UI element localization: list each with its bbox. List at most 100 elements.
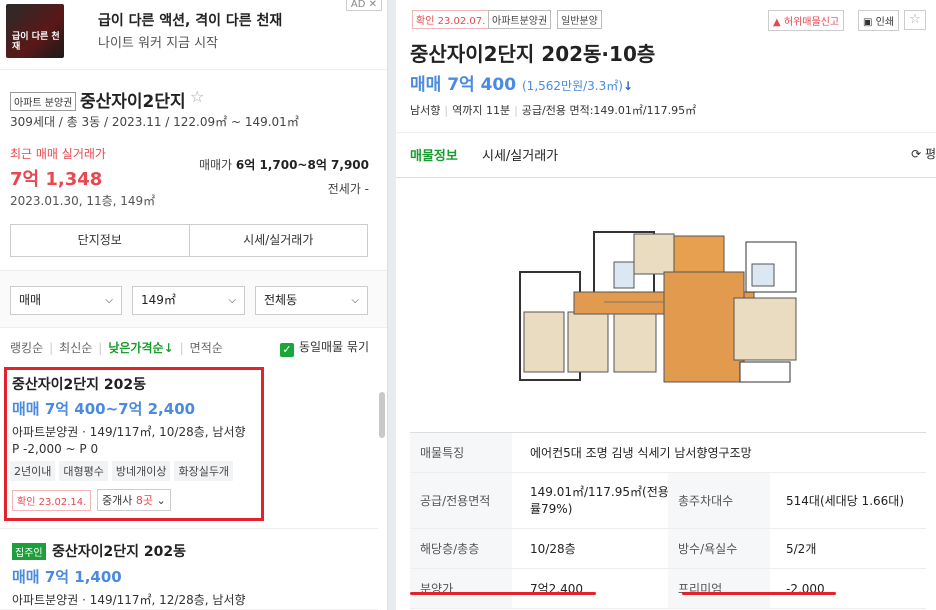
detail-sale-tag: 일반분양 [557, 10, 602, 29]
checkbox-checked-icon[interactable]: ✓ [279, 343, 294, 357]
detail-panel: 확인 23.02.07. 아파트분양권 일반분양 ▲ 허위매물신고 ▣ 인쇄 ☆… [396, 0, 936, 610]
highlight-underline [682, 592, 836, 595]
tag: 대형평수 [59, 461, 108, 481]
listing-title[interactable]: 중산자이2단지 202동 [12, 374, 146, 394]
listing-item[interactable]: 중산자이2단지 202동 매매 7억 400~7억 2,400 아파트분양권 ·… [0, 364, 378, 529]
print-button[interactable]: ▣ 인쇄 [858, 10, 900, 31]
detail-price: 매매 7억 400 (1,562만원/3.3㎡)↓ [410, 70, 633, 95]
ad-close-badge[interactable]: AD ✕ [345, 0, 382, 11]
detail-title: 중산자이2단지 202동·10층 [410, 42, 656, 66]
print-label: 인쇄 [875, 17, 895, 28]
premium-label: 프리미엄 [668, 569, 770, 608]
favorite-star-icon[interactable]: ☆ [190, 87, 204, 106]
scrollbar-thumb[interactable] [379, 392, 385, 438]
listing-meta: 아파트분양권 · 149/117㎡, 12/28층, 남서향 [12, 593, 246, 607]
owner-badge: 집주인 [12, 543, 46, 560]
chevron-down-icon: ⌵ [351, 295, 359, 306]
listing-price: 매매 7억 1,400 [12, 568, 122, 586]
tab-listing-info[interactable]: 매물정보 [410, 145, 458, 164]
jeonse-price: 전세가 - [327, 182, 369, 196]
agents-count: 8곳 [135, 494, 153, 507]
presale-label: 분양가 [410, 569, 512, 608]
ad-title[interactable]: 급이 다른 액션, 격이 다른 천재 [98, 10, 282, 30]
direction: 남서향 [410, 104, 441, 117]
listing-tags: 2년이내 대형평수 방네개이상 화장실두개 [10, 461, 234, 481]
group-same-label: 동일매물 묶기 [298, 340, 369, 354]
detail-tabs: 매물정보 시세/실거래가 ⟳ 평 [396, 132, 936, 178]
print-icon: ▣ [863, 17, 873, 28]
agents-dropdown[interactable]: 중개사 8곳 ⌄ [97, 489, 171, 511]
report-false-listing-button[interactable]: ▲ 허위매물신고 [768, 10, 845, 31]
trade-type-value: 매매 [19, 293, 42, 307]
highlight-underline [410, 592, 596, 595]
chevron-down-icon: ⌵ [228, 295, 236, 306]
row-floor: 해당층/총층 10/28층 방수/욕실수 5/2개 [410, 529, 926, 569]
row-area: 공급/전용면적 149.01㎡/117.95㎡(전용률79%) 총주차대수 51… [410, 473, 926, 529]
area-select[interactable]: 149㎡ ⌵ [132, 286, 245, 315]
detail-unit-price: (1,562만원/3.3㎡) [522, 79, 623, 93]
price-history-button[interactable]: 시세/실거래가 [188, 225, 368, 256]
area-value: 149.01㎡/117.95㎡(전용률79%) [530, 484, 669, 516]
agents-label: 중개사 [102, 494, 133, 507]
ad-subtitle[interactable]: 나이트 워커 지금 시작 [98, 32, 218, 51]
recent-trade-date: 2023.01.30, 11층, 149㎡ [10, 194, 156, 208]
premium-value: -2,000 [786, 581, 825, 596]
sort-area[interactable]: 면적순 [190, 341, 223, 355]
complex-meta: 309세대 / 총 3동 / 2023.11 / 122.09㎡ ~ 149.0… [10, 115, 299, 129]
siren-icon: ▲ [773, 17, 781, 28]
chevron-down-icon: ⌄ [156, 494, 166, 507]
sort-ranking[interactable]: 랭킹순 [10, 341, 43, 355]
listing-price: 매매 7억 400~7억 2,400 [12, 400, 196, 418]
trade-type-select[interactable]: 매매 ⌵ [10, 286, 122, 315]
parking-label: 총주차대수 [668, 473, 770, 528]
detail-price-value: 매매 7억 400 [410, 75, 517, 95]
floor-plan-image[interactable] [514, 222, 814, 392]
report-label: 허위매물신고 [783, 17, 840, 28]
ad-thumb-text: 급이 다른 천재 [12, 32, 60, 52]
listing-title[interactable]: 중산자이2단지 202동 [52, 541, 186, 561]
complex-buttons: 단지정보 시세/실거래가 [10, 224, 368, 257]
listing-item[interactable]: 집주인 중산자이2단지 202동 매매 7억 1,400 아파트분양권 · 14… [0, 530, 378, 610]
tag: 화장실두개 [174, 461, 234, 481]
feature-label: 매물특징 [410, 433, 512, 472]
ad-banner[interactable]: 급이 다른 천재 급이 다른 액션, 격이 다른 천재 나이트 워커 지금 시작… [0, 0, 387, 70]
listing-premium: P -2,000 ~ P 0 [12, 442, 99, 456]
detail-confirm-badge: 확인 23.02.07. [412, 10, 490, 29]
dong-select[interactable]: 전체동 ⌵ [255, 286, 368, 315]
recent-trade-label: 최근 매매 실거래가 [10, 147, 106, 161]
listing-detail-table: 매물특징 에어컨5대 조명 김냉 식세기 남서향영구조망 공급/전용면적 149… [410, 432, 926, 609]
favorite-star-icon[interactable]: ☆ [904, 10, 926, 30]
tag: 방네개이상 [111, 461, 171, 481]
detail-type-tag: 아파트분양권 [488, 10, 552, 29]
complex-info-button[interactable]: 단지정보 [11, 225, 189, 256]
listing-panel: 급이 다른 천재 급이 다른 액션, 격이 다른 천재 나이트 워커 지금 시작… [0, 0, 388, 610]
recent-trade-price: 7억 1,348 [10, 169, 103, 190]
row-feature: 매물특징 에어컨5대 조명 김냉 식세기 남서향영구조망 [410, 433, 926, 473]
panel-divider [388, 0, 396, 610]
group-same-listings-toggle[interactable]: ✓ 동일매물 묶기 [279, 338, 369, 357]
station-distance: 역까지 11분 [452, 104, 511, 117]
presale-value: 7억2,400 [530, 582, 584, 596]
pyeong-toggle[interactable]: ⟳ 평 [911, 145, 936, 162]
floor-label: 해당층/총층 [410, 529, 512, 568]
ad-thumbnail[interactable]: 급이 다른 천재 [6, 4, 64, 58]
area-value: 149㎡ [141, 293, 176, 307]
dong-value: 전체동 [264, 293, 298, 307]
complex-name: 중산자이2단지 [80, 92, 186, 112]
sort-latest[interactable]: 최신순 [59, 341, 92, 355]
feature-value: 에어컨5대 조명 김냉 식세기 남서향영구조망 [530, 446, 752, 460]
area-label: 공급/전용면적 [410, 473, 512, 528]
detail-info: 남서향 | 역까지 11분 | 공급/전용 면적:149.01㎡/117.95㎡ [410, 104, 697, 117]
sale-price-range: 매매가 6억 1,700~8억 7,900 [199, 156, 369, 173]
sale-range-value: 6억 1,700~8억 7,900 [235, 158, 369, 172]
rooms-label: 방수/욕실수 [668, 529, 770, 568]
tab-price-history[interactable]: 시세/실거래가 [482, 145, 558, 164]
listing-meta: 아파트분양권 · 149/117㎡, 10/28층, 남서향 [12, 425, 246, 439]
area-info: 공급/전용 면적:149.01㎡/117.95㎡ [521, 104, 697, 117]
price-down-arrow-icon: ↓ [622, 79, 633, 93]
sort-options: 랭킹순 | 최신순 | 낮은가격순↓ | 면적순 [10, 341, 223, 355]
tag: 2년이내 [10, 461, 56, 481]
sort-low-price[interactable]: 낮은가격순↓ [108, 341, 173, 355]
complex-type-tag: 아파트 분양권 [10, 92, 77, 111]
row-presale: 분양가 7억2,400 프리미엄 -2,000 [410, 569, 926, 609]
